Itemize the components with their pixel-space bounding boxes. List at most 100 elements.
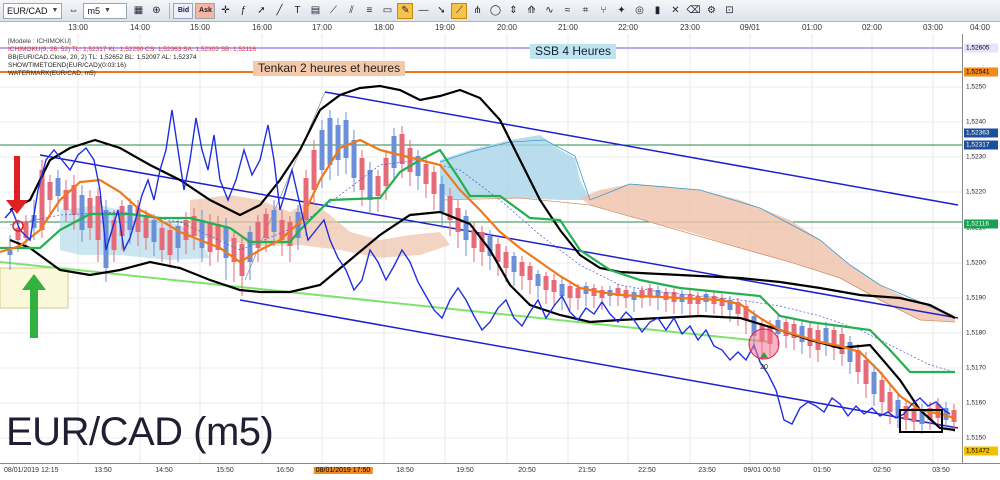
indicator-info: [Modele : ICHIMOKU] ICHIMOKU(9, 26, 52) … bbox=[8, 38, 256, 78]
price-chart[interactable]: 20 bbox=[0, 34, 962, 464]
zoom-icon[interactable]: ⊕ bbox=[148, 3, 164, 19]
delete-icon[interactable]: ✕ bbox=[667, 3, 683, 19]
price-tick: 1,5160 bbox=[966, 399, 986, 407]
model-line: [Modele : ICHIMOKU] bbox=[8, 38, 71, 45]
candle-body bbox=[375, 176, 381, 196]
bottom-time-axis[interactable]: 08/01/2019 12:15 13:50 14:50 15:50 16:50 08/0… bbox=[0, 463, 1000, 480]
showtime-line: SHOWTIMETOEND(EUR/CAD)(0:03:16) bbox=[8, 62, 126, 69]
candle-body bbox=[503, 252, 509, 268]
channel-icon[interactable]: ⫽ bbox=[343, 3, 359, 19]
lock-icon[interactable]: ⊡ bbox=[721, 3, 737, 19]
ellipse-icon[interactable]: ◯ bbox=[487, 3, 503, 19]
fan-icon[interactable]: ⟰ bbox=[523, 3, 539, 19]
kumo-bear bbox=[580, 184, 955, 322]
candle-body bbox=[183, 220, 189, 240]
target-icon[interactable]: ◎ bbox=[631, 3, 647, 19]
eraser-icon[interactable]: ⌫ bbox=[685, 3, 701, 19]
candle-body bbox=[439, 184, 445, 212]
link-icon[interactable]: ⇔ bbox=[65, 3, 81, 19]
candle-body bbox=[263, 214, 269, 238]
bottom-time-label: 16:50 bbox=[276, 467, 294, 474]
cursor-icon[interactable]: ➚ bbox=[253, 3, 269, 19]
price-tick: 1,5230 bbox=[966, 153, 986, 161]
bars-icon[interactable]: ▮ bbox=[649, 3, 665, 19]
ichimoku-line: ICHIMOKU(9, 26, 52) TL: 1,52317 KL: 1,52… bbox=[8, 46, 257, 53]
candle-body bbox=[327, 118, 333, 165]
top-time-label: 01:00 bbox=[801, 23, 823, 32]
shape-icon[interactable]: ▭ bbox=[379, 3, 395, 19]
price-axis[interactable]: 1,52501,52401,52301,52201,52101,52001,51… bbox=[962, 34, 1000, 464]
crosshair-icon[interactable]: ✛ bbox=[217, 3, 233, 19]
price-tick: 1,5150 bbox=[966, 434, 986, 442]
candle-body bbox=[463, 216, 469, 240]
candle-body bbox=[663, 292, 669, 300]
bottom-time-label: 01:50 bbox=[813, 467, 831, 474]
candle-body bbox=[343, 120, 349, 158]
price-tag: 1,52116 bbox=[964, 219, 998, 229]
bottom-time-label: 13:50 bbox=[94, 467, 112, 474]
comment-icon[interactable]: ✎ bbox=[397, 2, 414, 19]
candle-body bbox=[159, 228, 165, 250]
candle-body bbox=[559, 284, 565, 296]
candle-body bbox=[143, 216, 149, 238]
bottom-time-label: 08/01/2019 12:15 bbox=[4, 467, 59, 474]
wave-icon[interactable]: ≈ bbox=[559, 3, 575, 19]
top-time-label: 16:00 bbox=[251, 23, 273, 32]
line-icon[interactable]: ╱ bbox=[271, 3, 287, 19]
candle-body bbox=[431, 172, 437, 194]
hline-icon[interactable]: ― bbox=[415, 3, 431, 19]
watermark-line: WATERMARK(EUR/CAD, m5) bbox=[8, 70, 96, 77]
bid-button[interactable]: Bid bbox=[173, 2, 194, 19]
candle-body bbox=[551, 280, 557, 292]
chart-type-icon[interactable]: ▦ bbox=[130, 3, 146, 19]
candle-body bbox=[95, 196, 101, 240]
trend-icon[interactable]: ⟋ bbox=[325, 3, 341, 19]
alert-icon[interactable]: ✦ bbox=[613, 3, 629, 19]
top-time-label: 04:00 bbox=[969, 23, 991, 32]
cycle-icon[interactable]: ∿ bbox=[541, 3, 557, 19]
settings-icon[interactable]: ⚙ bbox=[703, 3, 719, 19]
measure-icon[interactable]: ⇕ bbox=[505, 3, 521, 19]
candle-body bbox=[623, 290, 629, 298]
timeframe-select[interactable]: m5 ▼ bbox=[83, 2, 128, 19]
symbol-watermark: EUR/CAD (m5) bbox=[6, 410, 274, 454]
top-time-label: 15:00 bbox=[189, 23, 211, 32]
candle-body bbox=[543, 276, 549, 290]
bottom-time-label: 20:50 bbox=[518, 467, 536, 474]
candle-body bbox=[359, 158, 365, 190]
draw-icon[interactable]: ⟋ bbox=[451, 2, 468, 19]
pitchfork-icon[interactable]: ⋔ bbox=[469, 3, 485, 19]
candle-body bbox=[311, 150, 317, 190]
price-tick: 1,5220 bbox=[966, 188, 986, 196]
candle-body bbox=[511, 256, 517, 272]
ask-button[interactable]: Ask bbox=[195, 2, 216, 19]
bottom-time-label: 21:50 bbox=[578, 467, 596, 474]
candle-body bbox=[823, 328, 829, 344]
grid-icon[interactable]: ▤ bbox=[307, 3, 323, 19]
fibonacci-icon[interactable]: ≡ bbox=[361, 3, 377, 19]
bottom-time-label: 22:50 bbox=[638, 467, 656, 474]
price-tag: 1,52363 bbox=[964, 128, 998, 138]
price-tick: 1,5180 bbox=[966, 329, 986, 337]
arrow-icon[interactable]: ➘ bbox=[433, 3, 449, 19]
text-icon[interactable]: T bbox=[289, 3, 305, 19]
chevron-down-icon: ▼ bbox=[51, 7, 59, 14]
top-time-label: 18:00 bbox=[373, 23, 395, 32]
bottom-time-label: 03:50 bbox=[932, 467, 950, 474]
symbol-select[interactable]: EUR/CAD ▼ bbox=[3, 2, 63, 19]
candle-body bbox=[167, 230, 173, 255]
candle-body bbox=[199, 220, 205, 248]
candle-body bbox=[535, 274, 541, 286]
indicator-icon[interactable]: ƒ bbox=[235, 3, 251, 19]
fork-icon[interactable]: ⑂ bbox=[595, 3, 611, 19]
candle-body bbox=[519, 262, 525, 276]
toolbar-divider bbox=[169, 2, 171, 19]
gann-icon[interactable]: ⌗ bbox=[577, 3, 593, 19]
candle-body bbox=[839, 334, 845, 354]
bottom-time-label: 19:50 bbox=[456, 467, 474, 474]
top-time-axis: 13:00 14:00 15:00 16:00 17:00 18:00 19:00 20:00… bbox=[0, 22, 1000, 34]
tenkan-label: Tenkan 2 heures et heures bbox=[253, 61, 406, 76]
chart-toolbar: EUR/CAD ▼ ⇔ m5 ▼ ▦ ⊕ Bid Ask ✛ ƒ ➚ ╱ T ▤… bbox=[0, 0, 1000, 22]
candle-body bbox=[703, 294, 709, 302]
candle-body bbox=[527, 266, 533, 280]
